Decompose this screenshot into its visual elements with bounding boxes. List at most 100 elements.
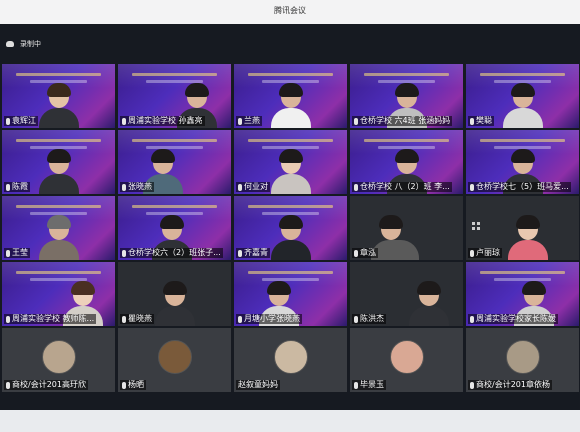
participant-tile[interactable]: 仓桥学校七（5）班马爱... [466, 130, 579, 194]
participant-name: 兰燕 [244, 116, 260, 125]
participant-name: 齐嘉青 [244, 248, 268, 257]
participant-tile[interactable]: 杨晒 [118, 328, 231, 392]
participant-name: 毕景玉 [360, 380, 384, 389]
participant-video [153, 280, 197, 326]
participant-tile[interactable]: 商校/会计201章依杨 [466, 328, 579, 392]
participant-tile[interactable]: 月塘小学张晓燕 [234, 262, 347, 326]
slide-banner [248, 139, 333, 142]
avatar [157, 340, 192, 374]
participant-tile[interactable]: 陈洪杰 [350, 262, 463, 326]
participant-name-tag: 王莹 [4, 248, 30, 258]
title-bar: 腾讯会议 [0, 0, 580, 24]
mic-icon [470, 249, 474, 257]
participant-name: 瞿晓燕 [128, 314, 152, 323]
participant-name: 商校/会计201高玗欣 [12, 380, 86, 389]
participant-name: 章泓 [360, 248, 376, 257]
participant-name-tag: 仓桥学校 八（2）班 李... [352, 182, 452, 192]
slide-banner [248, 73, 333, 76]
participant-tile[interactable]: 仓桥学校 八（2）班 李... [350, 130, 463, 194]
slide-banner [16, 205, 101, 208]
participant-tile[interactable]: 兰燕 [234, 64, 347, 128]
participant-video [506, 214, 550, 260]
participant-name-tag: 何业对 [236, 182, 270, 192]
mic-icon [122, 315, 126, 323]
participant-name-tag: 仓桥学校七（5）班马爱... [468, 182, 571, 192]
participant-name-tag: 陈洪杰 [352, 314, 386, 324]
participant-tile[interactable]: 毕景玉 [350, 328, 463, 392]
slide-banner [248, 271, 333, 274]
cloud-record-icon [6, 41, 14, 47]
participant-tile[interactable]: 王莹 [2, 196, 115, 260]
mic-icon [6, 117, 10, 125]
recording-indicator[interactable]: 录制中 [6, 39, 41, 49]
participant-name-tag: 袁辉江 [4, 116, 38, 126]
mic-icon [122, 117, 126, 125]
participant-name: 陈霞 [12, 182, 28, 191]
slide-banner [16, 139, 101, 142]
participant-name: 月塘小学张晓燕 [244, 314, 300, 323]
participant-name-tag: 杨晒 [120, 380, 146, 390]
participant-tile[interactable]: 赵叙童妈妈 [234, 328, 347, 392]
participant-name: 商校/会计201章依杨 [476, 380, 550, 389]
participant-tile[interactable]: 张晓燕 [118, 130, 231, 194]
participant-tile[interactable]: 仓桥学校 六4班 张涵妈妈 [350, 64, 463, 128]
participant-name-tag: 瞿晓燕 [120, 314, 154, 324]
grid-view-icon [472, 222, 482, 232]
participant-name: 周浦实验学校 孙鑫亮 [128, 116, 203, 125]
mic-icon [470, 315, 474, 323]
window-title: 腾讯会议 [274, 6, 306, 15]
participant-name: 仓桥学校七（5）班马爱... [476, 182, 569, 191]
participant-name-tag: 樊聪 [468, 116, 494, 126]
mic-icon [354, 315, 358, 323]
participant-tile[interactable]: 袁辉江 [2, 64, 115, 128]
mic-icon [238, 183, 242, 191]
slide-banner [480, 139, 565, 142]
participant-tile[interactable]: 瞿晓燕 [118, 262, 231, 326]
participant-name-tag: 仓桥学校 六4班 张涵妈妈 [352, 116, 453, 126]
participant-name-tag: 月塘小学张晓燕 [236, 314, 302, 324]
participant-name-tag: 周浦实验学校家长陈媛 [468, 314, 558, 324]
participant-tile[interactable]: 周浦实验学校 孙鑫亮 [118, 64, 231, 128]
slide-banner [364, 73, 449, 76]
participant-tile[interactable]: 齐嘉青 [234, 196, 347, 260]
participant-name-tag: 商校/会计201章依杨 [468, 380, 552, 390]
mic-icon [122, 249, 126, 257]
mic-icon [354, 381, 358, 389]
participant-tile[interactable]: 周浦实验学校 教师陈... [2, 262, 115, 326]
participant-name: 袁辉江 [12, 116, 36, 125]
participant-tile[interactable]: 樊聪 [466, 64, 579, 128]
mic-icon [470, 183, 474, 191]
slide-banner [480, 73, 565, 76]
avatar [273, 340, 308, 374]
participant-name: 陈洪杰 [360, 314, 384, 323]
slide-banner [248, 205, 333, 208]
participant-tile[interactable]: 卢丽琼 [466, 196, 579, 260]
participant-tile[interactable]: 周浦实验学校家长陈媛 [466, 262, 579, 326]
mic-icon [238, 117, 242, 125]
participant-tile[interactable]: 章泓 [350, 196, 463, 260]
participant-name: 周浦实验学校家长陈媛 [476, 314, 556, 323]
slide-banner [364, 139, 449, 142]
participant-tile[interactable]: 商校/会计201高玗欣 [2, 328, 115, 392]
participant-name: 樊聪 [476, 116, 492, 125]
participant-tile[interactable]: 仓桥学校六（2）班张子... [118, 196, 231, 260]
mic-icon [354, 183, 358, 191]
participant-name: 仓桥学校 八（2）班 李... [360, 182, 450, 191]
participant-tile[interactable]: 陈霞 [2, 130, 115, 194]
avatar [41, 340, 76, 374]
participant-name-tag: 张晓燕 [120, 182, 154, 192]
participant-name: 何业对 [244, 182, 268, 191]
participant-name: 仓桥学校六（2）班张子... [128, 248, 221, 257]
mic-icon [6, 249, 10, 257]
slide-banner [16, 271, 101, 274]
participant-tile[interactable]: 何业对 [234, 130, 347, 194]
participant-name-tag: 毕景玉 [352, 380, 386, 390]
participant-name-tag: 兰燕 [236, 116, 262, 126]
participant-name-tag: 仓桥学校六（2）班张子... [120, 248, 223, 258]
participant-name-tag: 周浦实验学校 孙鑫亮 [120, 116, 205, 126]
slide-banner [16, 73, 101, 76]
mic-icon [6, 183, 10, 191]
bottom-margin [0, 410, 580, 432]
participant-name-tag: 卢丽琼 [468, 248, 502, 258]
participant-name: 仓桥学校 六4班 张涵妈妈 [360, 116, 451, 125]
